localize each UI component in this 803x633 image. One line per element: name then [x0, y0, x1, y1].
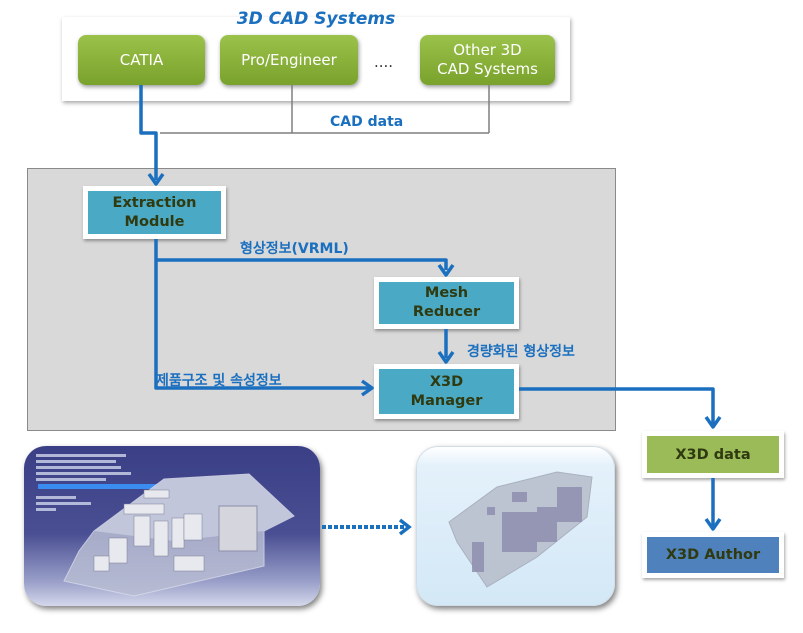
arrow-manager-to-x3d-data [519, 387, 715, 424]
connectors-layer [139, 85, 722, 536]
cad-gray-connectors [160, 85, 490, 134]
arrow-catia-to-extraction [139, 85, 158, 180]
dotted-conversion-arrow [322, 518, 412, 536]
arrow-extraction-to-mesh [156, 258, 448, 270]
